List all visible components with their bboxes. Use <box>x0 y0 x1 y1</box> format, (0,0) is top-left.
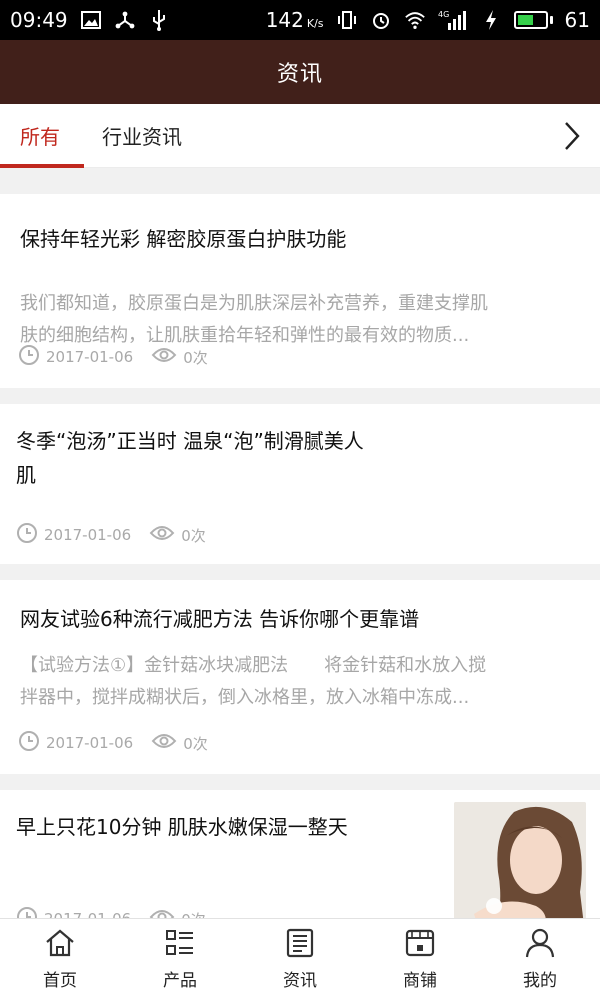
nav-item-shop[interactable]: 商铺 <box>360 919 480 1000</box>
article-meta: 2017-01-06 0次 <box>18 344 208 370</box>
status-time: 09:49 <box>10 8 68 32</box>
article-meta: 2017-01-06 0次 <box>16 522 206 548</box>
article-views: 0次 <box>181 526 206 545</box>
article-summary-line: 【试验方法①】金针菇冰块减肥法 将金针菇和水放入搅 <box>20 655 487 676</box>
article-title[interactable]: 保持年轻光彩 解密胶原蛋白护肤功能 <box>20 222 346 256</box>
article-meta: 2017-01-06 0次 <box>18 730 208 756</box>
user-icon <box>524 928 556 962</box>
tab-all-label: 所有 <box>20 125 60 149</box>
news-icon <box>284 928 316 962</box>
bottom-navigation: 首页 产品 资讯 商铺 我的 <box>0 918 600 1000</box>
article-title[interactable]: 冬季“泡汤”正当时 温泉“泡”制滑腻美人 肌 <box>16 424 364 492</box>
article-card[interactable]: 网友试验6种流行减肥方法 告诉你哪个更靠谱 【试验方法①】金针菇冰块减肥法 将金… <box>0 580 600 774</box>
clock-icon <box>16 906 38 918</box>
tab-industry-news-label: 行业资讯 <box>102 125 182 149</box>
nav-label-news: 资讯 <box>283 971 317 991</box>
article-title-line: 冬季“泡汤”正当时 温泉“泡”制滑腻美人 <box>16 429 364 453</box>
article-summary: 我们都知道，胶原蛋白是为肌肤深层补充营养，重建支撑肌 肤的细胞结构，让肌肤重拾年… <box>20 288 576 352</box>
article-card[interactable]: 冬季“泡汤”正当时 温泉“泡”制滑腻美人 肌 2017-01-06 0次 <box>0 404 600 564</box>
charging-icon <box>480 9 502 31</box>
nav-item-products[interactable]: 产品 <box>120 919 240 1000</box>
article-date: 2017-01-06 <box>44 910 131 918</box>
nav-label-mine: 我的 <box>523 971 557 991</box>
share-icon <box>114 9 136 31</box>
category-tabs: 所有 行业资讯 <box>0 104 600 168</box>
signal-icon: 4G <box>438 9 468 31</box>
nav-item-mine[interactable]: 我的 <box>480 919 600 1000</box>
page-title: 资讯 <box>276 62 323 87</box>
article-date: 2017-01-06 <box>46 734 134 752</box>
app-header: 资讯 <box>0 40 600 104</box>
image-icon <box>80 9 102 31</box>
usb-icon <box>148 9 170 31</box>
vibrate-icon <box>336 9 358 31</box>
clock-icon <box>16 522 38 548</box>
clock-icon <box>18 344 40 370</box>
home-icon <box>44 928 76 962</box>
eye-icon <box>151 732 177 754</box>
alarm-icon <box>370 9 392 31</box>
article-summary: 【试验方法①】金针菇冰块减肥法 将金针菇和水放入搅 拌器中，搅拌成糊状后，倒入冰… <box>20 650 576 714</box>
article-title-line: 肌 <box>16 463 36 487</box>
article-views: 0次 <box>183 348 208 367</box>
article-thumbnail[interactable] <box>454 802 586 918</box>
network-speed: 142 <box>265 8 304 32</box>
article-views: 0次 <box>181 909 206 919</box>
article-title[interactable]: 早上只花10分钟 肌肤水嫩保湿一整天 <box>16 810 348 844</box>
article-date: 2017-01-06 <box>46 348 134 366</box>
chevron-right-icon[interactable] <box>554 118 590 154</box>
battery-fill <box>517 15 534 25</box>
status-bar: 09:49 142 K/s 4G 61 <box>0 0 600 40</box>
article-card[interactable]: 保持年轻光彩 解密胶原蛋白护肤功能 我们都知道，胶原蛋白是为肌肤深层补充营养，重… <box>0 194 600 388</box>
tab-industry-news[interactable]: 行业资讯 <box>102 104 182 168</box>
article-summary-line: 拌器中，搅拌成糊状后，倒入冰格里，放入冰箱中冻成... <box>20 687 470 708</box>
article-title[interactable]: 网友试验6种流行减肥方法 告诉你哪个更靠谱 <box>20 602 419 636</box>
nav-label-home: 首页 <box>43 971 77 991</box>
shop-icon <box>404 928 436 962</box>
battery-indicator <box>513 11 553 29</box>
nav-label-shop: 商铺 <box>403 971 437 991</box>
eye-icon <box>149 908 175 918</box>
network-type-label: 4G <box>438 10 449 19</box>
battery-percent: 61 <box>564 8 590 32</box>
tab-all[interactable]: 所有 <box>0 104 84 168</box>
eye-icon <box>149 524 175 546</box>
article-views: 0次 <box>183 734 208 753</box>
grid-list-icon <box>164 928 196 962</box>
nav-item-home[interactable]: 首页 <box>0 919 120 1000</box>
wifi-icon <box>404 9 426 31</box>
clock-icon <box>18 730 40 756</box>
nav-item-news[interactable]: 资讯 <box>240 919 360 1000</box>
article-card[interactable]: 早上只花10分钟 肌肤水嫩保湿一整天 2017-01-06 0次 <box>0 790 600 918</box>
nav-label-products: 产品 <box>163 971 197 991</box>
article-feed: 保持年轻光彩 解密胶原蛋白护肤功能 我们都知道，胶原蛋白是为肌肤深层补充营养，重… <box>0 168 600 918</box>
eye-icon <box>151 346 177 368</box>
article-summary-line: 我们都知道，胶原蛋白是为肌肤深层补充营养，重建支撑肌 <box>20 293 488 314</box>
network-speed-unit: K/s <box>306 17 324 30</box>
article-meta: 2017-01-06 0次 <box>16 906 206 918</box>
article-date: 2017-01-06 <box>44 526 132 544</box>
